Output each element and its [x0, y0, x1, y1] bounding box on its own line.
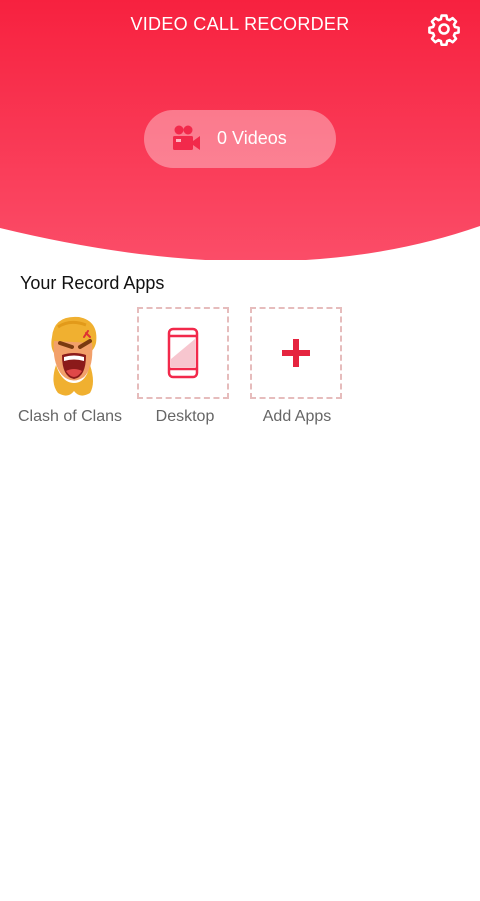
app-icon-container — [24, 307, 116, 399]
settings-button[interactable] — [424, 9, 464, 49]
add-apps-button[interactable] — [250, 307, 342, 399]
clash-of-clans-app-icon — [51, 316, 97, 396]
app-icon-container — [137, 307, 229, 399]
section-title: Your Record Apps — [20, 273, 165, 293]
videos-count-button[interactable]: 0 Videos — [144, 110, 336, 168]
app-tile-label: Clash of Clans — [17, 408, 123, 425]
plus-icon — [282, 339, 310, 367]
header: VIDEO CALL RECORDER 0 Videos — [0, 0, 480, 260]
phone-icon — [167, 327, 199, 379]
app-title: VIDEO CALL RECORDER — [130, 14, 350, 34]
video-camera-icon — [173, 125, 200, 150]
videos-count-label: 0 Videos — [217, 128, 287, 148]
app-tile-label: Add Apps — [262, 408, 332, 425]
app-tile-label: Desktop — [155, 408, 215, 425]
gear-icon — [428, 14, 460, 46]
